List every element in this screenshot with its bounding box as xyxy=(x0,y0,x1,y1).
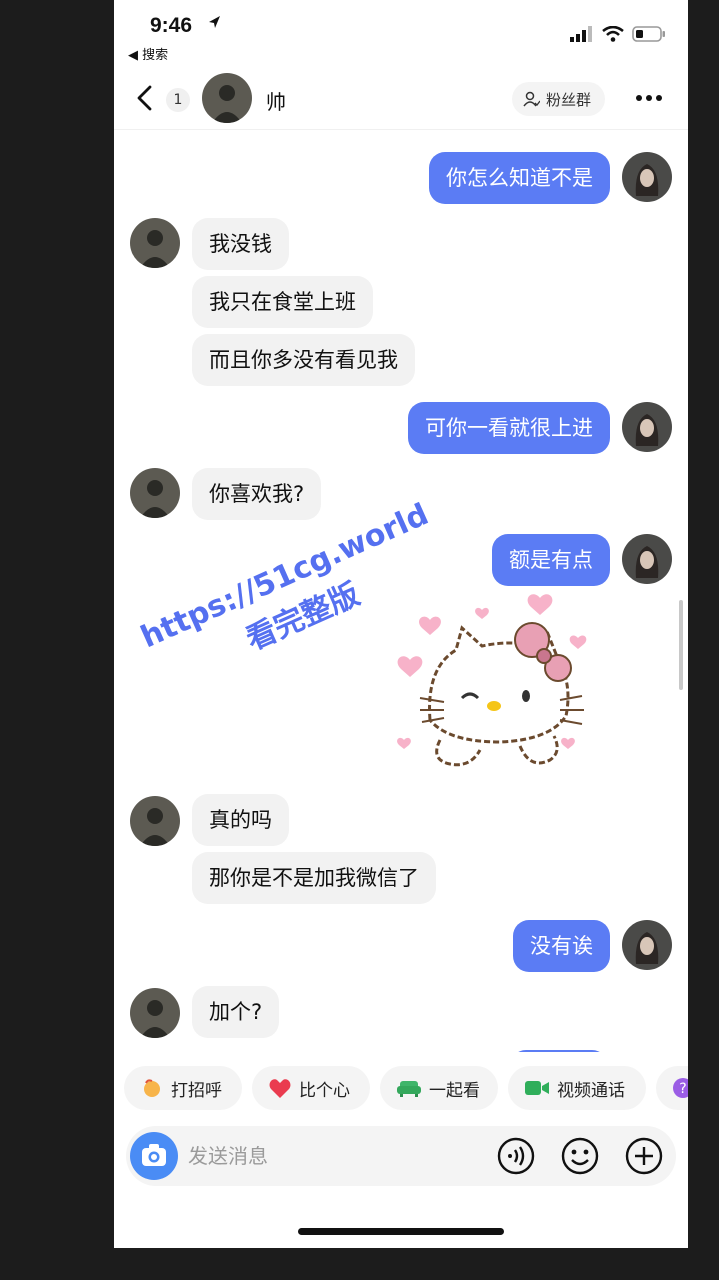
quick-actions-bar: 打招呼 比个心 一起看 视频通话 ? xyxy=(124,1066,688,1110)
voice-icon[interactable] xyxy=(496,1136,536,1176)
message-bubble-incoming[interactable]: 你喜欢我? xyxy=(192,468,322,520)
message-input[interactable] xyxy=(188,1138,488,1174)
sofa-icon xyxy=(397,1081,421,1097)
message-bubble-incoming[interactable]: 而且你多没有看见我 xyxy=(192,334,415,386)
battery-icon xyxy=(632,26,665,42)
quick-action-heart[interactable]: 比个心 xyxy=(252,1066,370,1110)
message-input-bar xyxy=(126,1126,676,1186)
heart-icon xyxy=(269,1079,291,1098)
message-bubble-outgoing-partial[interactable] xyxy=(510,1050,608,1052)
quick-action-video-call[interactable]: 视频通话 xyxy=(508,1066,646,1110)
quick-action-watch-together[interactable]: 一起看 xyxy=(380,1066,498,1110)
more-options-icon[interactable] xyxy=(634,88,664,108)
home-indicator[interactable] xyxy=(298,1228,504,1235)
quick-action-greet[interactable]: 打招呼 xyxy=(124,1066,242,1110)
fan-group-button[interactable]: 粉丝群 xyxy=(512,82,606,116)
back-to-app-link[interactable]: ◀ 搜索 xyxy=(128,44,168,63)
quick-action-label: 视频通话 xyxy=(557,1080,625,1101)
message-bubble-outgoing[interactable]: 你怎么知道不是 xyxy=(429,152,610,204)
quick-action-label: 一起看 xyxy=(429,1080,480,1101)
contact-avatar[interactable] xyxy=(130,796,180,846)
my-avatar[interactable] xyxy=(622,534,672,584)
contact-avatar[interactable] xyxy=(130,218,180,268)
contact-name[interactable]: 帅 xyxy=(266,86,286,115)
plus-icon[interactable] xyxy=(624,1136,664,1176)
chat-scrollbar[interactable] xyxy=(679,600,683,690)
chat-messages[interactable]: 你怎么知道不是 我没钱 我只在食堂上班 而且你多没有看见我 可你一看就很上进 你… xyxy=(114,130,688,1052)
video-call-icon xyxy=(525,1081,549,1095)
chat-header: 1 帅 粉丝群 xyxy=(114,64,688,130)
message-bubble-incoming[interactable]: 真的吗 xyxy=(192,794,289,846)
quick-action-more-partial[interactable]: ? xyxy=(656,1066,688,1110)
contact-avatar[interactable] xyxy=(130,988,180,1038)
contact-avatar[interactable] xyxy=(202,73,252,123)
message-bubble-incoming[interactable]: 加个? xyxy=(192,986,280,1038)
my-avatar[interactable] xyxy=(622,402,672,452)
message-bubble-incoming[interactable]: 我没钱 xyxy=(192,218,289,270)
person-group-icon xyxy=(523,91,540,107)
emoji-icon[interactable] xyxy=(560,1136,600,1176)
wifi-icon xyxy=(602,26,624,42)
quick-action-label: 打招呼 xyxy=(171,1080,222,1101)
my-avatar[interactable] xyxy=(622,920,672,970)
message-bubble-outgoing[interactable]: 没有诶 xyxy=(513,920,610,972)
message-bubble-outgoing[interactable]: 可你一看就很上进 xyxy=(408,402,610,454)
quick-action-label: 比个心 xyxy=(299,1080,350,1101)
message-bubble-incoming[interactable]: 那你是不是加我微信了 xyxy=(192,852,436,904)
phone-screen: 9:46 ◀ 搜索 1 帅 粉丝群 你怎么知道不是 我没钱 我只在食堂上班 而且… xyxy=(114,0,688,1248)
unread-count-badge: 1 xyxy=(166,88,190,112)
status-time: 9:46 xyxy=(150,14,193,37)
contact-avatar[interactable] xyxy=(130,468,180,518)
message-bubble-outgoing[interactable]: 额是有点 xyxy=(492,534,610,586)
location-arrow-icon xyxy=(209,16,220,28)
fan-group-label: 粉丝群 xyxy=(546,90,592,109)
camera-button[interactable] xyxy=(130,1132,178,1180)
my-avatar[interactable] xyxy=(622,152,672,202)
svg-text:?: ? xyxy=(679,1081,686,1097)
camera-icon xyxy=(142,1144,166,1166)
help-icon: ? xyxy=(673,1078,688,1098)
status-icons xyxy=(570,26,666,42)
signal-icon xyxy=(570,26,592,42)
back-chevron-icon[interactable] xyxy=(134,84,156,112)
wave-hand-icon xyxy=(144,1079,160,1097)
message-bubble-incoming[interactable]: 我只在食堂上班 xyxy=(192,276,373,328)
